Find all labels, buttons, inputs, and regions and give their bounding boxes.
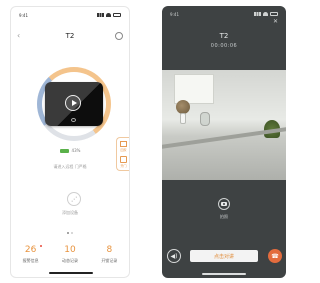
new-badge (39, 245, 42, 247)
share-label: 添加设备 (62, 210, 78, 215)
call-title: T2 (219, 32, 229, 40)
stat-value: 10 (64, 245, 76, 255)
hangup-button[interactable]: ☎ (268, 249, 282, 263)
video-glass (200, 112, 210, 126)
device-preview[interactable] (45, 82, 103, 126)
stat-label: 报警信息 (22, 258, 39, 263)
stats-row: 26 报警信息 10 动态记录 8 开锁记录 (11, 245, 129, 264)
snapshot-button[interactable] (218, 198, 230, 210)
battery-icon (270, 12, 278, 16)
home-icon[interactable] (120, 141, 127, 147)
page-dot (71, 232, 73, 234)
stat-value: 26 (24, 245, 37, 255)
status-time: 9:41 (19, 12, 28, 18)
page-dot (67, 232, 69, 234)
gear-icon[interactable] (115, 32, 123, 40)
camera-icon (221, 202, 227, 206)
device-logo-icon (71, 118, 76, 122)
share-icon: ⋰ (71, 195, 77, 203)
status-bar: 9:41 (11, 11, 129, 19)
intercom-call-screen: 9:41 ✕ T2 00:00:06 拍照 ◀) 点击对讲 ☎ (162, 6, 286, 278)
speaker-icon: ◀) (170, 252, 178, 260)
talk-button[interactable]: 点击对讲 (190, 250, 258, 262)
stat-label: 动态记录 (61, 258, 78, 263)
page-title: T2 (65, 32, 75, 40)
signal-icon (97, 13, 104, 17)
status-time: 9:41 (170, 11, 179, 17)
video-table (162, 127, 286, 149)
call-timer: 00:00:06 (210, 43, 238, 49)
snapshot-label: 拍照 (220, 214, 228, 219)
nav-bar: ‹ T2 (11, 31, 129, 41)
status-icons (97, 13, 121, 17)
battery-icon (113, 13, 121, 17)
play-icon[interactable] (65, 95, 81, 111)
share-button[interactable]: ⋰ (67, 192, 81, 206)
stat-unlock[interactable]: 8 开锁记录 (101, 245, 117, 264)
close-icon[interactable]: ✕ (273, 18, 278, 25)
stat-alarm[interactable]: 26 报警信息 (22, 245, 42, 264)
page-indicator (11, 232, 129, 234)
wifi-icon (106, 13, 111, 17)
back-icon[interactable]: ‹ (17, 31, 20, 41)
hangup-icon: ☎ (271, 252, 279, 260)
wifi-icon (263, 12, 268, 16)
live-video-feed (162, 70, 286, 180)
home-indicator (202, 273, 246, 275)
stat-label: 开锁记录 (101, 258, 118, 263)
stat-value: 8 (106, 245, 113, 255)
signal-icon (254, 12, 261, 16)
video-vase (176, 100, 190, 124)
speaker-button[interactable]: ◀) (167, 249, 181, 263)
battery-value: 43% (71, 148, 81, 153)
hint-text: 请进入远程 门严格 (53, 164, 87, 169)
door-icon[interactable] (120, 156, 127, 163)
device-home-screen: 9:41 ‹ T2 回家 开门 43% 请进入远程 门严格 ⋰ 添加设备 26 … (10, 6, 130, 278)
status-icons (254, 12, 278, 16)
stat-activity[interactable]: 10 动态记录 (62, 245, 78, 264)
home-indicator (49, 272, 93, 274)
battery-level-icon (59, 148, 69, 153)
battery-status: 43% (11, 148, 129, 153)
status-bar: 9:41 (162, 10, 286, 18)
